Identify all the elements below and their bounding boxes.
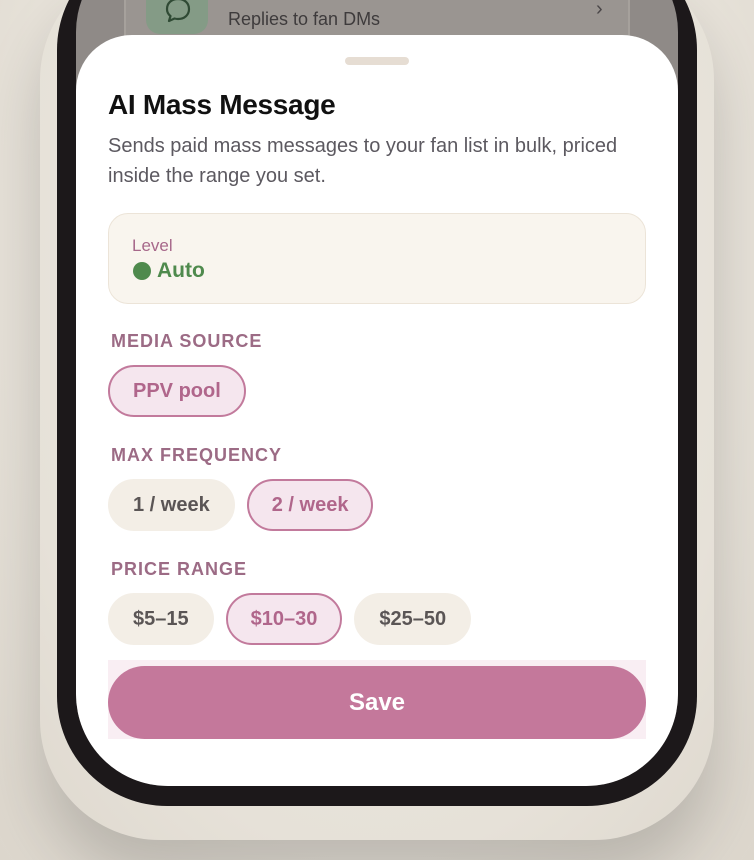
status-dot-icon: [133, 262, 151, 280]
max-frequency-label: MAX FREQUENCY: [111, 445, 283, 465]
chip-1-per-week[interactable]: 1 / week: [108, 479, 235, 531]
chevron-right-icon: ›: [596, 0, 603, 20]
media-source-options: PPV pool: [108, 365, 246, 417]
chip-2-per-week[interactable]: 2 / week: [246, 479, 374, 531]
price-range-label: PRICE RANGE: [111, 559, 248, 579]
chip-price-5-15[interactable]: $5–15: [108, 593, 214, 645]
chat-bubble-icon: [146, 0, 208, 34]
sheet-title: AI Mass Message: [108, 89, 336, 120]
level-card[interactable]: Level Auto: [108, 213, 646, 304]
media-source-label: MEDIA SOURCE: [111, 331, 263, 351]
level-value-text: Auto: [157, 259, 205, 282]
price-range-options: $5–15 $10–30 $25–50: [108, 593, 472, 645]
level-label: Level: [132, 236, 173, 255]
sheet-drag-handle[interactable]: [345, 57, 409, 65]
max-frequency-options: 1 / week 2 / week: [108, 479, 374, 531]
chip-price-10-30[interactable]: $10–30: [225, 593, 343, 645]
chip-ppv-pool[interactable]: PPV pool: [108, 365, 246, 417]
save-area: Save: [108, 660, 646, 739]
level-value: Auto: [133, 259, 205, 283]
page: Replies to fan DMs › AI Mass Message Sen…: [0, 0, 754, 860]
save-button[interactable]: Save: [108, 666, 646, 739]
chip-price-25-50[interactable]: $25–50: [354, 593, 472, 645]
background-item-subtitle: Replies to fan DMs: [228, 9, 381, 29]
bottom-sheet: AI Mass Message Sends paid mass messages…: [76, 35, 678, 786]
sheet-description: Sends paid mass messages to your fan lis…: [108, 135, 618, 187]
